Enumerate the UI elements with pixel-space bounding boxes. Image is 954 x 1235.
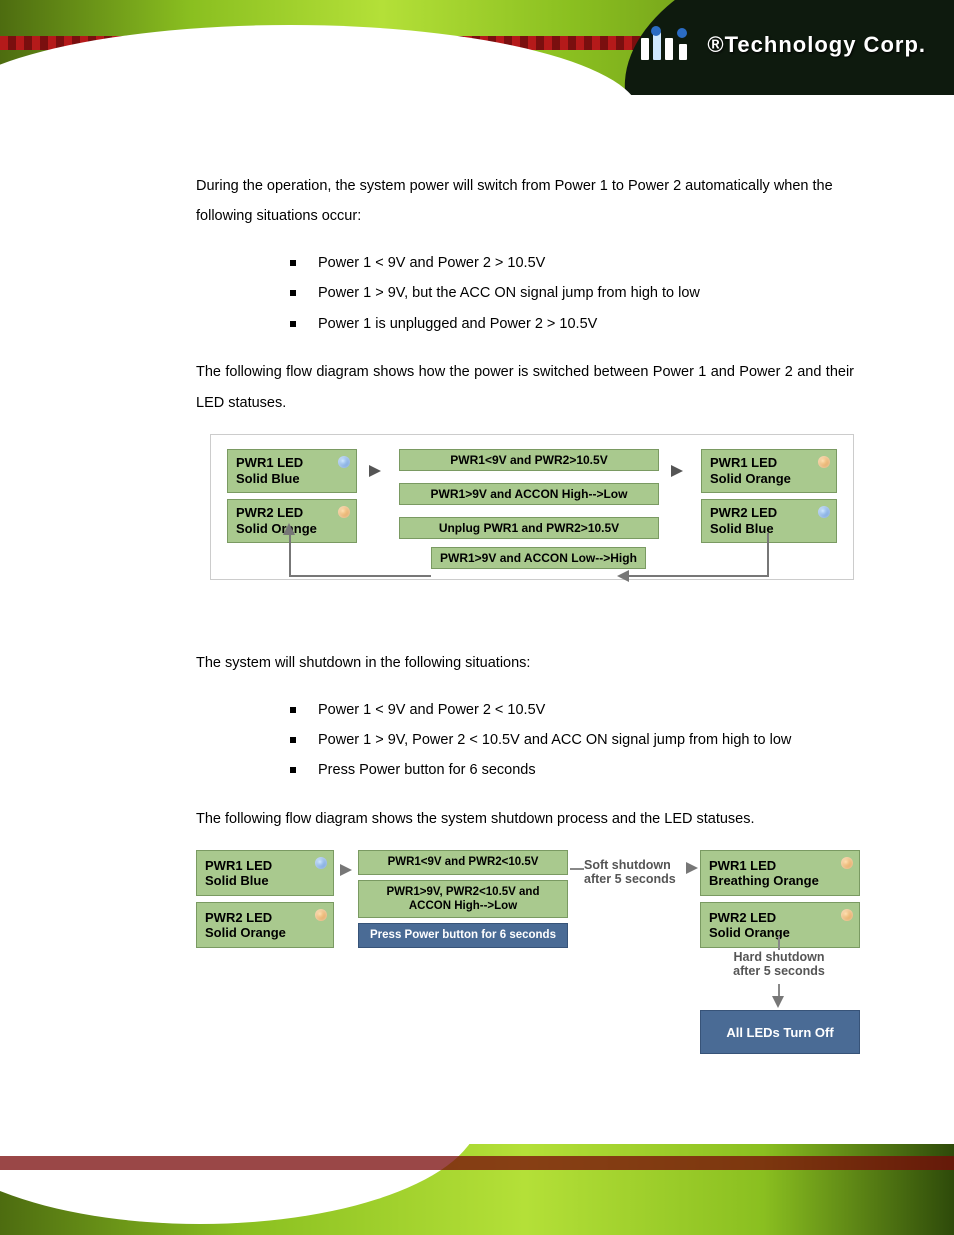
condition-box: PWR1<9V and PWR2>10.5V [399, 449, 659, 471]
page-header: ®Technology Corp. [0, 0, 954, 95]
arrow-right-icon [340, 864, 352, 876]
arrow-right-icon [686, 862, 698, 874]
led-dot-icon [315, 857, 327, 869]
list-item: Power 1 < 9V and Power 2 < 10.5V [290, 695, 854, 725]
condition-box: Unplug PWR1 and PWR2>10.5V [399, 517, 659, 539]
brand-logo-icon [641, 32, 701, 60]
page-content: During the operation, the system power w… [0, 95, 954, 1144]
state-pwr1-led: PWR1 LEDSolid Blue [196, 850, 334, 896]
led-dot-icon [338, 506, 350, 518]
list-item: Power 1 is unplugged and Power 2 > 10.5V [290, 309, 854, 339]
brand: ®Technology Corp. [641, 32, 926, 60]
state-pwr1-led: PWR1 LEDBreathing Orange [700, 850, 860, 896]
state-pwr2-led: PWR2 LEDSolid Orange [227, 499, 357, 543]
condition-box: PWR1>9V and ACCON Low-->High [431, 547, 646, 569]
list-item: Power 1 < 9V and Power 2 > 10.5V [290, 248, 854, 278]
list-item: Power 1 > 9V, Power 2 < 10.5V and ACC ON… [290, 725, 854, 755]
page-footer [0, 1144, 954, 1235]
condition-box: PWR1>9V, PWR2<10.5V and ACCON High-->Low [358, 880, 568, 919]
state-pwr2-led: PWR2 LEDSolid Orange [196, 902, 334, 948]
state-pwr2-led: PWR2 LEDSolid Orange [700, 902, 860, 948]
state-all-off: All LEDs Turn Off [700, 1010, 860, 1054]
diagram-shutdown: PWR1 LEDSolid Blue PWR2 LEDSolid Orange … [196, 850, 854, 1080]
section1-after: The following flow diagram shows how the… [196, 357, 854, 418]
list-item: Power 1 > 9V, but the ACC ON signal jump… [290, 278, 854, 308]
led-dot-icon [315, 909, 327, 921]
section2-bullets: Power 1 < 9V and Power 2 < 10.5V Power 1… [290, 695, 854, 786]
arrow-right-icon [369, 463, 381, 479]
state-pwr1-led: PWR1 LEDSolid Orange [701, 449, 837, 493]
hard-shutdown-label: Hard shutdownafter 5 seconds [704, 950, 854, 978]
arrow-up-icon [283, 523, 295, 535]
diagram-power-switch: PWR1 LEDSolid Blue PWR2 LEDSolid Orange … [210, 434, 854, 580]
led-dot-icon [338, 456, 350, 468]
condition-box: PWR1<9V and PWR2<10.5V [358, 850, 568, 874]
arrow-left-icon [617, 570, 629, 582]
section1-intro: During the operation, the system power w… [196, 171, 854, 232]
led-dot-icon [818, 456, 830, 468]
led-dot-icon [841, 909, 853, 921]
soft-shutdown-label: Soft shutdownafter 5 seconds [584, 858, 676, 886]
led-dot-icon [841, 857, 853, 869]
condition-box: Press Power button for 6 seconds [358, 923, 568, 947]
list-item: Press Power button for 6 seconds [290, 755, 854, 785]
page: ®Technology Corp. During the operation, … [0, 0, 954, 1235]
arrow-right-icon [671, 463, 683, 479]
condition-box: PWR1>9V and ACCON High-->Low [399, 483, 659, 505]
led-dot-icon [818, 506, 830, 518]
section2-after: The following flow diagram shows the sys… [196, 804, 854, 834]
state-pwr2-led: PWR2 LEDSolid Blue [701, 499, 837, 543]
registered-mark: ® [707, 32, 724, 57]
state-pwr1-led: PWR1 LEDSolid Blue [227, 449, 357, 493]
arrow-down-icon [772, 996, 784, 1008]
section1-bullets: Power 1 < 9V and Power 2 > 10.5V Power 1… [290, 248, 854, 339]
section2-intro: The system will shutdown in the followin… [196, 648, 854, 678]
brand-name: Technology Corp. [725, 32, 926, 57]
